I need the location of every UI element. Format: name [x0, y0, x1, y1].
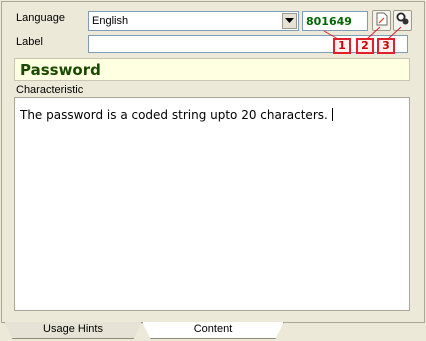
- document-button[interactable]: [372, 10, 391, 31]
- chevron-down-icon[interactable]: [282, 13, 297, 29]
- code-value: 801649: [306, 15, 352, 28]
- search-icon: [396, 12, 410, 29]
- tab-content[interactable]: Content: [142, 322, 284, 339]
- callout-1: 1: [333, 38, 351, 54]
- search-button[interactable]: [393, 10, 412, 31]
- code-field[interactable]: 801649: [302, 11, 368, 31]
- text-caret: [331, 108, 333, 121]
- tab-strip: Usage Hints Content: [0, 322, 426, 341]
- document-icon: [376, 12, 388, 29]
- characteristic-text: The password is a coded string upto 20 c…: [20, 108, 333, 122]
- characteristic-label: Characteristic: [16, 84, 84, 96]
- tab-usage-hints[interactable]: Usage Hints: [4, 322, 142, 339]
- characteristic-title: Password: [14, 58, 410, 81]
- language-select[interactable]: English: [88, 11, 299, 31]
- callout-2: 2: [356, 38, 374, 54]
- language-select-value: English: [92, 15, 129, 27]
- language-label: Language: [16, 12, 65, 24]
- characteristic-textarea[interactable]: The password is a coded string upto 20 c…: [14, 97, 410, 311]
- characteristic-text-content: The password is a coded string upto 20 c…: [20, 108, 328, 122]
- characteristic-title-text: Password: [20, 61, 101, 79]
- callout-3: 3: [377, 38, 395, 54]
- label-label: Label: [16, 36, 43, 48]
